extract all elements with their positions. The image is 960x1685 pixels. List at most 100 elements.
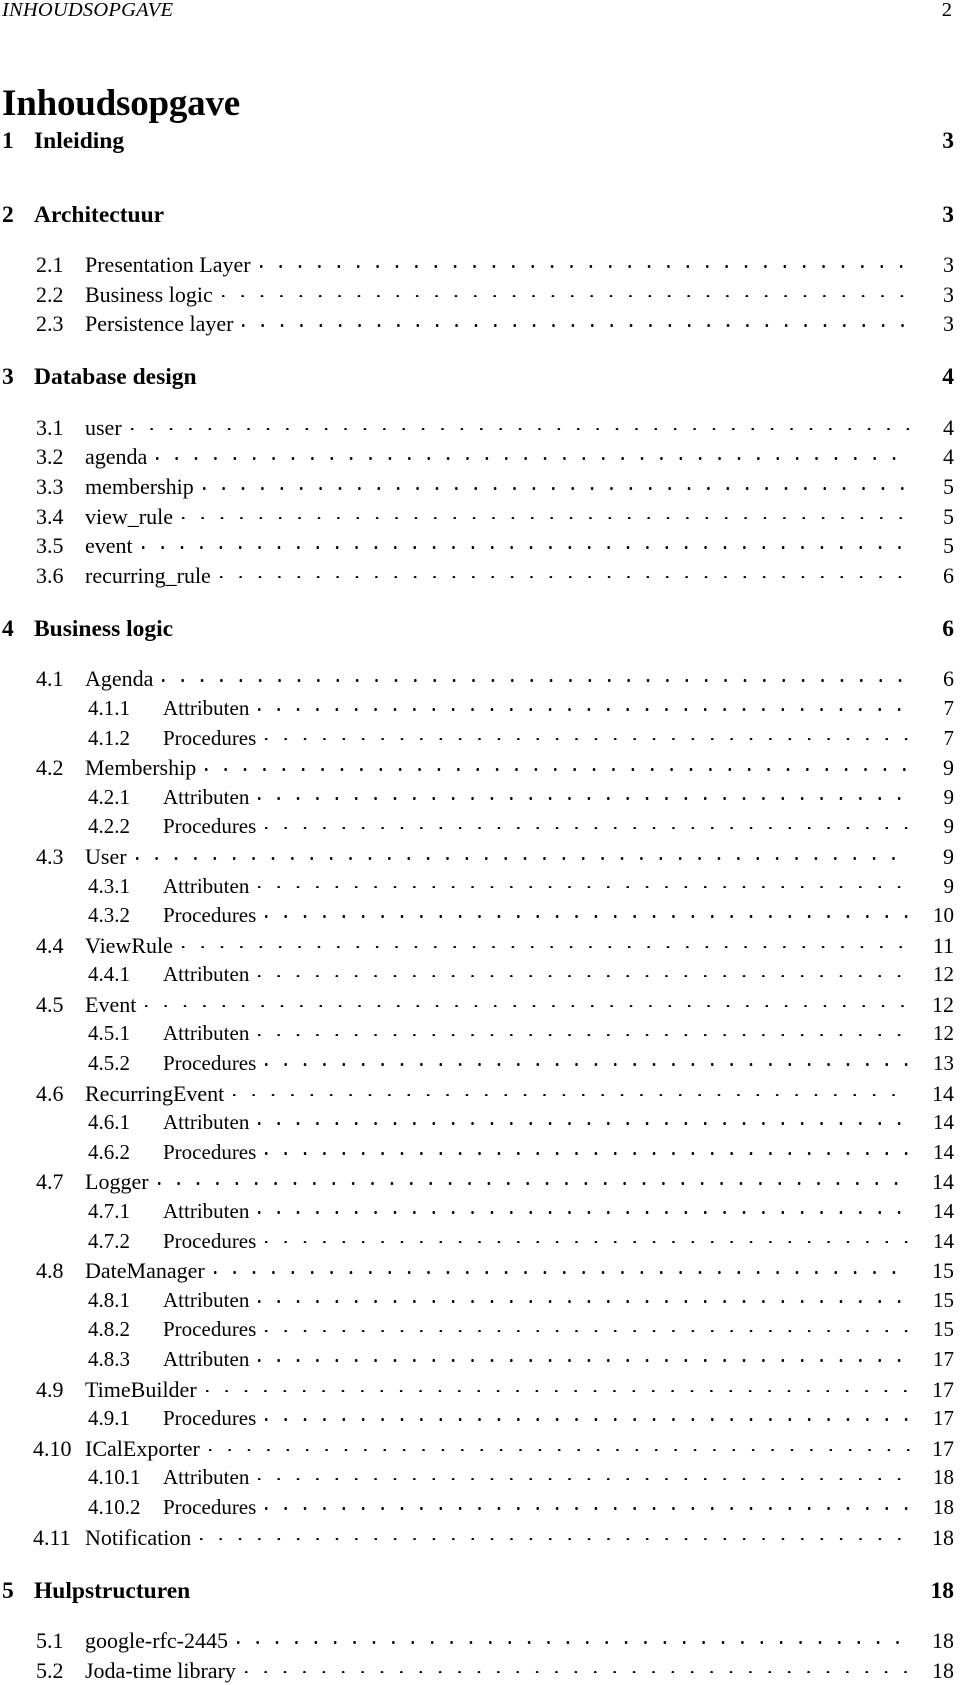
toc-entry-page-number: 7 [943,695,955,720]
toc-entry-title: ICalExporter [85,1435,200,1461]
toc-entry-number: 4.9.1 [88,1406,130,1431]
toc-entry-number: 4.10.2 [88,1494,141,1519]
dot-leader [265,724,911,745]
toc-entry[interactable]: 5 Hulpstructuren 18 [0,1574,954,1626]
toc-entry[interactable]: 4.5.2 Procedures 13 [0,1049,954,1079]
toc-entry-page-number: 4 [943,414,954,440]
toc-entry-page-number: 6 [943,562,954,588]
toc-entry-page-number: 3 [942,127,954,154]
toc-entry[interactable]: 5.1 google-rfc-2445 18 [0,1626,954,1656]
toc-entry-title: Presentation Layer [85,252,251,277]
toc-entry[interactable]: 4.5 Event 12 [0,990,954,1020]
dot-leader [236,1626,911,1648]
toc-entry[interactable]: 3.4 view_rule 5 [0,502,954,532]
toc-entry[interactable]: 4.2 Membership 9 [0,753,954,783]
toc-entry-number: 3 [2,364,14,391]
toc-entry[interactable]: 2.3 Persistence layer 3 [0,309,954,339]
toc-entry[interactable]: 3.6 recurring_rule 6 [0,561,954,591]
toc-entry[interactable]: 2.1 Presentation Layer 3 [0,250,954,280]
toc-entry-title: google-rfc-2445 [85,1628,228,1654]
dot-leader [258,783,911,804]
toc-entry-number: 4.7 [36,1169,64,1195]
toc-entry-page-number: 18 [933,1494,954,1519]
toc-entry-number: 4.6 [36,1080,64,1106]
toc-entry[interactable]: 4.8.1 Attributen 15 [0,1286,954,1316]
toc-entry[interactable]: 3.5 event 5 [0,531,954,561]
toc-entry[interactable]: 4.11 Notification 18 [0,1523,954,1553]
toc-entry[interactable]: 4.3.1 Attributen 9 [0,872,954,902]
toc-entry[interactable]: 4.4 ViewRule 11 [0,931,954,961]
dot-leader [244,1656,911,1678]
toc-entry-page-number: 6 [942,615,954,642]
toc-entry[interactable]: 3.1 user 4 [0,413,954,443]
toc-entry-number: 4.2.1 [88,784,130,809]
toc-entry[interactable]: 4.4.1 Attributen 12 [0,960,954,990]
toc-entry-page-number: 12 [932,991,954,1017]
toc-entry[interactable]: 4.9 TimeBuilder 17 [0,1375,954,1405]
toc-entry-page-number: 5 [943,533,954,559]
toc-entry[interactable]: 4.8.3 Attributen 17 [0,1345,954,1375]
dot-leader [135,842,911,864]
dot-leader [259,250,911,272]
toc-entry[interactable]: 4.8 DateManager 15 [0,1256,954,1286]
toc-entry[interactable]: 4.7 Logger 14 [0,1167,954,1197]
toc-entry-number: 5.2 [36,1657,64,1683]
toc-entry[interactable]: 4 Business logic 6 [0,612,954,664]
toc-entry[interactable]: 4.6 RecurringEvent 14 [0,1079,954,1109]
toc-entry-number: 3.1 [36,414,64,440]
toc-entry[interactable]: 2.2 Business logic 3 [0,280,954,310]
toc-entry-page-number: 18 [932,1628,954,1654]
dot-leader [221,280,911,302]
toc-entry-title: Business logic [34,615,174,642]
toc-entry[interactable]: 4.1 Agenda 6 [0,664,954,694]
toc-entry[interactable]: 4.10.2 Procedures 18 [0,1493,954,1523]
toc-entry[interactable]: 4.6.1 Attributen 14 [0,1108,954,1138]
toc-entry[interactable]: 4.9.1 Procedures 17 [0,1404,954,1434]
toc-entry-title: Attributen [163,1199,250,1224]
toc-entry[interactable]: 2 Architectuur 3 [0,198,954,250]
toc-entry[interactable]: 4.2.1 Attributen 9 [0,783,954,813]
toc-entry[interactable]: 4.5.1 Attributen 12 [0,1019,954,1049]
toc-entry-number: 2 [2,201,14,228]
toc-entry-page-number: 14 [932,1080,954,1106]
toc-entry-number: 4.1.1 [88,695,130,720]
dot-leader [213,1256,911,1278]
toc-entry[interactable]: 5.2 Joda-time library 18 [0,1656,954,1685]
toc-entry-page-number: 5 [943,503,954,529]
toc-entry[interactable]: 4.10 ICalExporter 17 [0,1434,954,1464]
toc-entry[interactable]: 1 Inleiding 3 [0,124,954,176]
toc-entry-number: 4.8.3 [88,1347,130,1371]
toc-entry[interactable]: 3.2 agenda 4 [0,442,954,472]
toc-entry[interactable]: 4.1.1 Attributen 7 [0,694,954,724]
toc-entry[interactable]: 4.10.1 Attributen 18 [0,1463,954,1493]
dot-leader [265,1404,911,1425]
dot-leader [258,1286,911,1307]
toc-section-gap [0,590,960,612]
toc-entry-page-number: 5 [943,473,954,499]
toc-entry[interactable]: 4.7.2 Procedures 14 [0,1227,954,1257]
toc-entry[interactable]: 4.6.2 Procedures 14 [0,1138,954,1168]
toc-entry[interactable]: 4.7.1 Attributen 14 [0,1197,954,1227]
toc-entry[interactable]: 4.1.2 Procedures 7 [0,724,954,754]
dot-leader [258,1019,911,1040]
dot-leader [258,1345,911,1366]
toc-entry[interactable]: 4.2.2 Procedures 9 [0,812,954,842]
toc-entry-number: 4.10.1 [88,1465,141,1490]
toc-entry[interactable]: 4.3.2 Procedures 10 [0,901,954,931]
dot-leader [265,1138,911,1159]
toc-entry-number: 3.4 [36,503,64,529]
toc-entry-number: 4.1 [36,666,64,692]
toc-entry-number: 4.7.1 [88,1199,130,1224]
toc-entry[interactable]: 3.3 membership 5 [0,472,954,502]
dot-leader [265,1049,911,1070]
toc-entry-number: 2.3 [36,311,64,337]
toc-section-gap [0,339,960,361]
toc-entry-page-number: 18 [932,1524,954,1550]
toc-entry-number: 4.9 [36,1376,64,1402]
toc-entry-page-number: 3 [943,311,954,337]
toc-entry[interactable]: 4.8.2 Procedures 15 [0,1315,954,1345]
toc-entry[interactable]: 4.3 User 9 [0,842,954,872]
dot-leader [199,1574,911,1598]
toc-entry-title: user [85,414,122,440]
toc-entry[interactable]: 3 Database design 4 [0,361,954,413]
